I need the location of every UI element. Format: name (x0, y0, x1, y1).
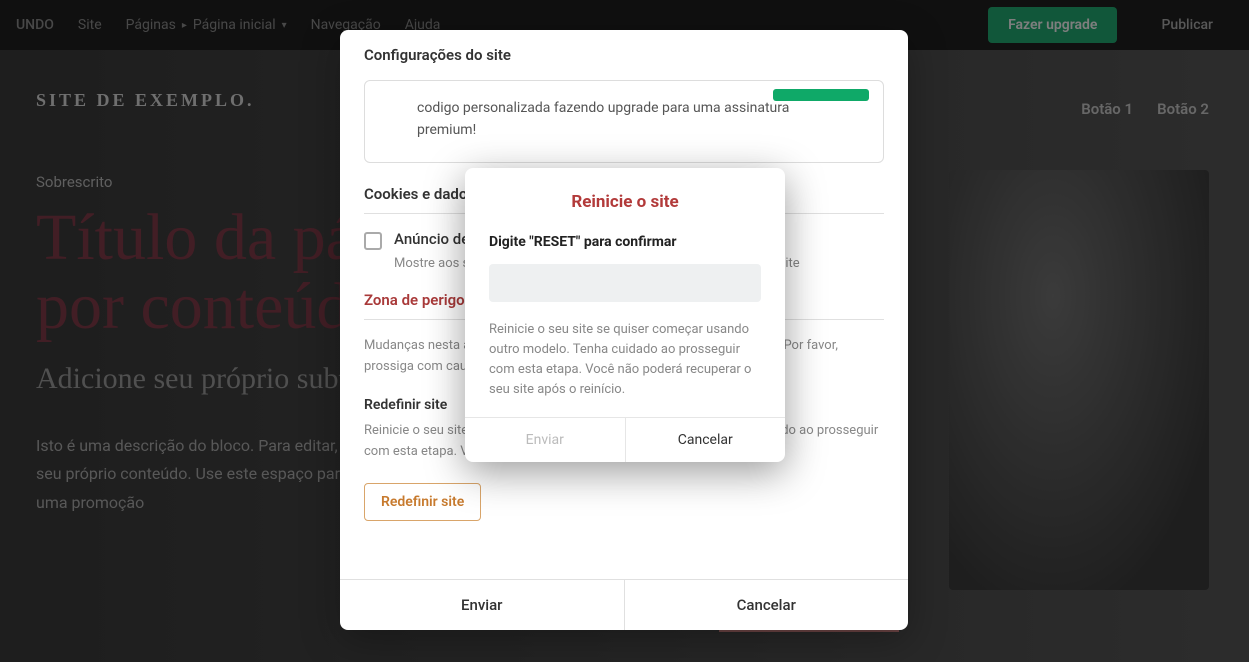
reset-confirm-modal: Reinicie o site Digite "RESET" para conf… (465, 168, 785, 462)
confirm-submit-button[interactable]: Enviar (465, 418, 625, 462)
reset-confirm-input[interactable] (489, 264, 761, 302)
modal-title: Configurações do site (340, 30, 908, 80)
confirm-cancel-button[interactable]: Cancelar (625, 418, 786, 462)
settings-cancel-button[interactable]: Cancelar (624, 580, 909, 630)
cookie-notice-checkbox[interactable] (364, 232, 382, 250)
reset-site-button[interactable]: Redefinir site (364, 483, 481, 521)
promo-box: codigo personalizada fazendo upgrade par… (364, 80, 884, 163)
promo-indicator (773, 89, 869, 101)
promo-text: codigo personalizada fazendo upgrade par… (417, 100, 789, 138)
settings-submit-button[interactable]: Enviar (340, 580, 624, 630)
modal-footer: Enviar Cancelar (340, 579, 908, 630)
confirm-label: Digite "RESET" para confirmar (489, 234, 761, 250)
confirm-help-text: Reinicie o seu site se quiser começar us… (489, 320, 761, 401)
confirm-title: Reinicie o site (489, 192, 761, 212)
